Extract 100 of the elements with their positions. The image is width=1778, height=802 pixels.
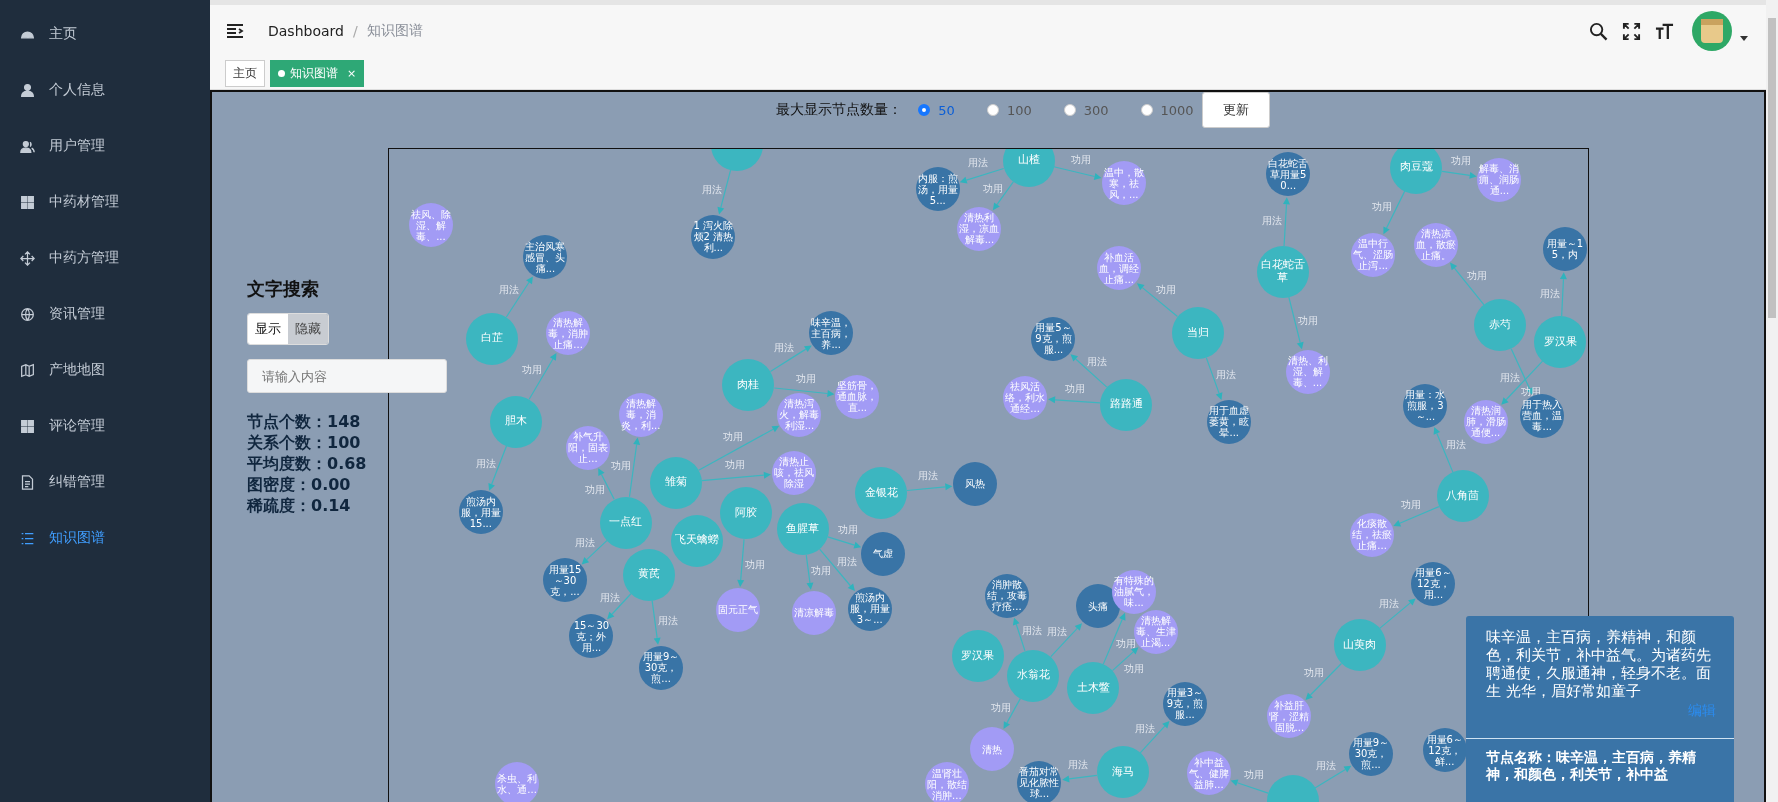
usage-node[interactable]: 白花蛇舌草用量50... xyxy=(1266,152,1311,197)
herb-node[interactable]: 八角茴 xyxy=(1436,470,1489,523)
effect-node[interactable]: 清热解毒，消肿止痛... xyxy=(546,311,591,356)
usage-node[interactable]: 用量3～9克，煎服... xyxy=(1163,681,1207,726)
effect-node[interactable]: 清凉解毒 xyxy=(791,590,836,635)
herb-node[interactable]: 肉豆蔻 xyxy=(1390,149,1443,194)
effect-node[interactable]: 祛风活络，利水通经... xyxy=(1003,375,1048,420)
effect-node[interactable]: 补血活血，调经止痛... xyxy=(1097,246,1142,291)
search-icon[interactable] xyxy=(1589,21,1608,41)
effect-node[interactable]: 补益肝肾，涩精固脱... xyxy=(1267,694,1312,739)
fullscreen-icon[interactable] xyxy=(1622,21,1641,41)
herb-node[interactable]: 阿胶 xyxy=(720,487,773,540)
avatar[interactable] xyxy=(1692,11,1732,51)
herb-node[interactable]: 水翁花 xyxy=(1007,649,1060,702)
radio-button[interactable] xyxy=(1140,104,1153,116)
sidebar-item[interactable]: 主页 xyxy=(0,6,210,62)
herb-node[interactable]: 鱼腥草 xyxy=(776,503,829,556)
herb-node[interactable]: 白花蛇舌草 xyxy=(1256,245,1309,298)
radio-option[interactable]: 50 xyxy=(918,102,955,118)
usage-node[interactable]: 用量：水煎服，3～... xyxy=(1403,383,1448,428)
herb-node[interactable]: 白芷 xyxy=(466,312,519,365)
sidebar-item[interactable]: 资讯管理 xyxy=(0,286,210,342)
herb-node[interactable]: 一点红 xyxy=(599,496,652,549)
usage-node[interactable]: 味辛温，主百病，养... xyxy=(809,311,854,356)
effect-node[interactable]: 补中益气、健脾益肺... xyxy=(1186,751,1231,796)
toggle-button[interactable]: 显示 xyxy=(248,314,288,344)
usage-node[interactable]: 气虚 xyxy=(861,531,906,576)
effect-node[interactable]: 化痰散结，祛瘀止痛... xyxy=(1350,512,1395,557)
font-size-icon[interactable] xyxy=(1655,21,1674,41)
radio-button[interactable] xyxy=(918,104,931,116)
herb-node[interactable]: 当归 xyxy=(1171,307,1224,360)
herb-node[interactable]: 罗汉果 xyxy=(951,630,1004,683)
effect-node[interactable]: 祛风、除湿、解毒、... xyxy=(408,203,453,248)
usage-node[interactable]: 消肿散结，攻毒疗疮... xyxy=(984,573,1029,618)
herb-node[interactable]: 罗汉果 xyxy=(1534,316,1587,369)
herb-node[interactable]: 山萸肉 xyxy=(1333,618,1386,671)
update-button[interactable]: 更新 xyxy=(1201,92,1270,128)
sidebar-item[interactable]: 用户管理 xyxy=(0,118,210,174)
sidebar-item[interactable]: 产地地图 xyxy=(0,342,210,398)
usage-node[interactable]: 番茄对常见化脓性球... xyxy=(1017,760,1062,802)
usage-node[interactable]: 用量～15，内 xyxy=(1542,227,1587,272)
herb-node[interactable]: 雏菊 xyxy=(649,456,702,509)
effect-node[interactable]: 清热润肺，滑肠通便... xyxy=(1463,399,1508,444)
herb-node[interactable]: 海马 xyxy=(1096,746,1149,798)
effect-node[interactable]: 清热、利湿、解毒、... xyxy=(1285,349,1330,394)
herb-node[interactable]: 飞天蠄蟧 xyxy=(671,514,724,567)
herb-node[interactable]: 赤芍 xyxy=(1474,299,1527,352)
usage-node[interactable]: 主治风寒感冒、头痛... xyxy=(523,235,568,280)
effect-node[interactable]: 补气升阳，固表止... xyxy=(565,425,610,470)
effect-node[interactable]: 解毒、消痈、润肠通... xyxy=(1477,157,1522,202)
close-icon[interactable]: × xyxy=(347,66,357,80)
herb-node[interactable]: 路路通 xyxy=(1100,378,1153,431)
usage-node[interactable]: 煎汤内服，用量15... xyxy=(458,490,503,535)
herb-node[interactable]: 金银花 xyxy=(855,467,908,519)
sidebar-item[interactable]: 中药材管理 xyxy=(0,174,210,230)
usage-node[interactable]: 用量9～30克，煎... xyxy=(639,645,684,690)
tab[interactable]: 主页 xyxy=(225,59,265,87)
usage-node[interactable]: 用于血虚萎黄，眩晕... xyxy=(1207,399,1252,444)
effect-node[interactable]: 有特殊的油腻气，味... xyxy=(1112,569,1156,614)
usage-node[interactable]: 用量6～12克，用... xyxy=(1411,561,1456,606)
usage-node[interactable]: 15～30克；外用... xyxy=(569,614,614,659)
caret-icon[interactable] xyxy=(1740,35,1748,41)
effect-node[interactable]: 坚筋骨，通血脉，直... xyxy=(835,374,880,419)
effect-node[interactable]: 杀虫、利水、通... xyxy=(495,762,540,802)
herb-node[interactable]: 胆木 xyxy=(489,395,542,448)
herb-node[interactable]: 黄芪 xyxy=(622,548,675,601)
usage-node[interactable]: 用量9～30克，煎... xyxy=(1349,731,1393,776)
usage-node[interactable]: 用量6～12克，鲜... xyxy=(1422,728,1467,773)
menu-icon[interactable] xyxy=(226,23,244,39)
sidebar-item[interactable]: 中药方管理 xyxy=(0,230,210,286)
usage-node[interactable]: 内服：煎汤，用量5... xyxy=(915,167,960,212)
edit-link[interactable]: 编辑 xyxy=(1688,702,1716,720)
search-field[interactable]: 请输入内容 xyxy=(247,359,447,393)
radio-option[interactable]: 1000 xyxy=(1140,102,1194,118)
radio-option[interactable]: 300 xyxy=(1063,102,1109,118)
scrollbar[interactable] xyxy=(1766,0,1778,802)
sidebar-item[interactable]: 评论管理 xyxy=(0,398,210,454)
radio-button[interactable] xyxy=(1063,104,1076,116)
radio-option[interactable]: 100 xyxy=(986,102,1032,118)
sidebar-item[interactable]: 知识图谱 xyxy=(0,510,210,566)
herb-node[interactable]: 肉桂 xyxy=(722,359,775,412)
usage-node[interactable]: 风热 xyxy=(953,461,998,506)
breadcrumb-link[interactable]: Dashboard xyxy=(268,23,344,39)
effect-node[interactable]: 固元正气 xyxy=(716,587,761,632)
herb-node[interactable]: 山楂 xyxy=(1002,149,1055,187)
effect-node[interactable]: 清热解毒，消炎，利... xyxy=(618,392,663,437)
sidebar-item[interactable]: 个人信息 xyxy=(0,62,210,118)
usage-node[interactable]: 煎汤内服，用量3～... xyxy=(847,586,892,631)
effect-node[interactable]: 清热凉血，散瘀止痛。 xyxy=(1413,222,1458,267)
effect-node[interactable]: 清热泻火，解毒利湿... xyxy=(777,392,822,437)
effect-node[interactable]: 温中行气、涩肠止泻... xyxy=(1351,232,1396,277)
effect-node[interactable]: 清热利湿，凉血解毒... xyxy=(957,206,1002,251)
herb-node[interactable]: 土木鳖 xyxy=(1067,662,1120,715)
effect-node[interactable]: 清热 xyxy=(970,727,1015,772)
effect-node[interactable]: 温肾壮阳，散结消肿... xyxy=(924,762,969,802)
toggle-button[interactable]: 隐藏 xyxy=(288,314,328,344)
effect-node[interactable]: 清热止咳，祛风除湿 xyxy=(771,450,816,495)
usage-node[interactable]: 1 泻火除烦2 清热利... xyxy=(691,214,736,259)
usage-node[interactable]: 用量5～9克，煎服... xyxy=(1031,316,1076,361)
usage-node[interactable]: 用量15～30克，... xyxy=(542,558,587,603)
